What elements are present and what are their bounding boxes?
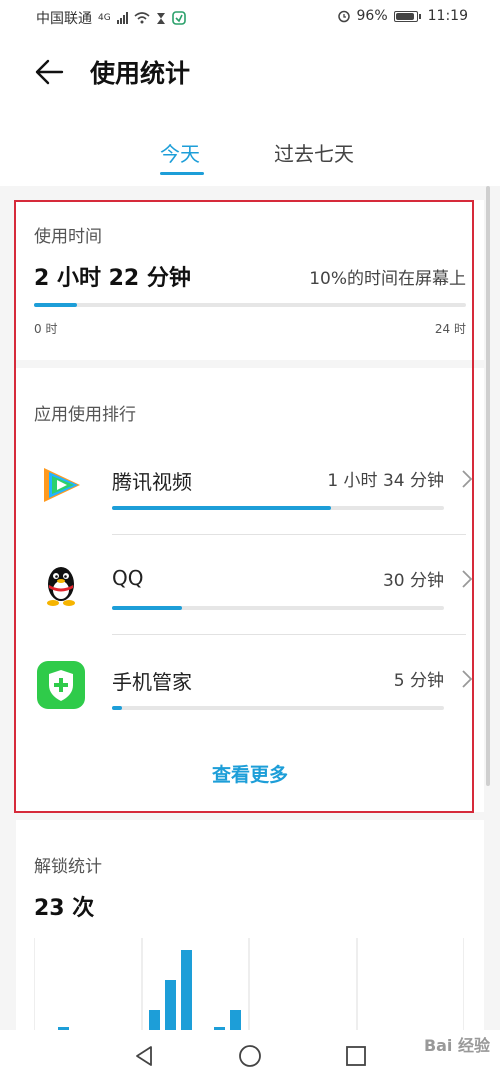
wifi-icon (134, 12, 150, 24)
chart-bar (149, 1010, 160, 1030)
usage-time-label: 使用时间 (34, 227, 102, 247)
qq-penguin-icon (47, 567, 75, 606)
notification-app-icon (171, 11, 186, 25)
chevron-right-icon (462, 670, 472, 688)
app-ranking-label: 应用使用排行 (34, 405, 136, 425)
app-row-qq[interactable]: QQ 30 分钟 (16, 534, 484, 634)
app-usage-track (112, 606, 444, 610)
chart-bar (165, 980, 176, 1030)
axis-start-label: 0 时 (34, 322, 58, 336)
battery-percent: 96% (356, 8, 388, 24)
app-header: 使用统计 (0, 36, 500, 110)
nav-recents-icon[interactable] (344, 1044, 368, 1068)
app-usage-fill (112, 606, 182, 610)
app-usage-track (112, 706, 444, 710)
page-title: 使用统计 (90, 59, 191, 88)
unlock-stats-label: 解锁统计 (34, 857, 102, 877)
usage-progress-fill (34, 303, 78, 307)
usage-progress-track (34, 303, 466, 307)
app-usage-fill (112, 506, 332, 510)
app-usage-time: 1 小时 34 分钟 (327, 471, 444, 491)
app-ranking-card: 应用使用排行 腾讯视频 1 小时 34 分钟 QQ 30 分钟 手机管家 5 分… (16, 368, 484, 812)
app-row-tencent-video[interactable]: 腾讯视频 1 小时 34 分钟 (16, 434, 484, 534)
chevron-right-icon (462, 470, 472, 488)
view-more-link[interactable]: 查看更多 (16, 760, 484, 787)
tencent-video-icon (44, 468, 80, 502)
unlock-bar-chart (34, 938, 464, 1030)
unlock-count: 23 次 (34, 896, 95, 921)
back-arrow-icon[interactable] (34, 58, 64, 86)
scrollbar[interactable] (486, 186, 490, 786)
app-usage-fill (112, 706, 122, 710)
tab-today[interactable]: 今天 (160, 138, 200, 167)
active-tab-indicator (160, 172, 204, 175)
chevron-right-icon (462, 570, 472, 588)
app-name: QQ (112, 566, 144, 590)
usage-time-value: 2 小时 22 分钟 (34, 266, 191, 291)
app-name: 手机管家 (112, 670, 192, 694)
clock: 11:19 (427, 8, 468, 24)
signal-icon (116, 12, 128, 24)
app-usage-time: 30 分钟 (382, 571, 444, 591)
hourglass-icon (156, 12, 165, 24)
app-row-phone-manager[interactable]: 手机管家 5 分钟 (16, 634, 484, 734)
carrier-label: 中国联通 (36, 11, 92, 27)
nav-back-icon[interactable] (132, 1044, 156, 1068)
axis-end-label: 24 时 (434, 322, 466, 336)
tab-past-seven-days[interactable]: 过去七天 (274, 138, 354, 167)
unlock-stats-card: 解锁统计 23 次 (16, 820, 484, 1030)
app-name: 腾讯视频 (112, 470, 192, 494)
tab-bar: 今天 过去七天 (0, 110, 500, 186)
nav-home-icon[interactable] (238, 1044, 262, 1068)
status-left: 中国联通 4G (36, 8, 186, 28)
status-right: 96% 11:19 (337, 8, 468, 24)
baidu-jingyan-watermark: Bai 经验 (423, 1036, 490, 1055)
screen-time-note: 10%的时间在屏幕上 (309, 269, 466, 289)
usage-time-card: 使用时间 2 小时 22 分钟 10%的时间在屏幕上 0 时 24 时 (16, 200, 484, 360)
alarm-icon (337, 10, 350, 23)
app-usage-time: 5 分钟 (393, 671, 444, 691)
chart-bar (181, 950, 192, 1030)
battery-fill (395, 12, 414, 20)
battery-icon (393, 10, 421, 22)
app-usage-track (112, 506, 444, 510)
phone-manager-shield-icon (37, 661, 85, 709)
chart-bar (230, 1010, 241, 1030)
network-type: 4G (98, 13, 111, 23)
status-bar: 中国联通 4G 96% 11:19 (0, 0, 500, 36)
